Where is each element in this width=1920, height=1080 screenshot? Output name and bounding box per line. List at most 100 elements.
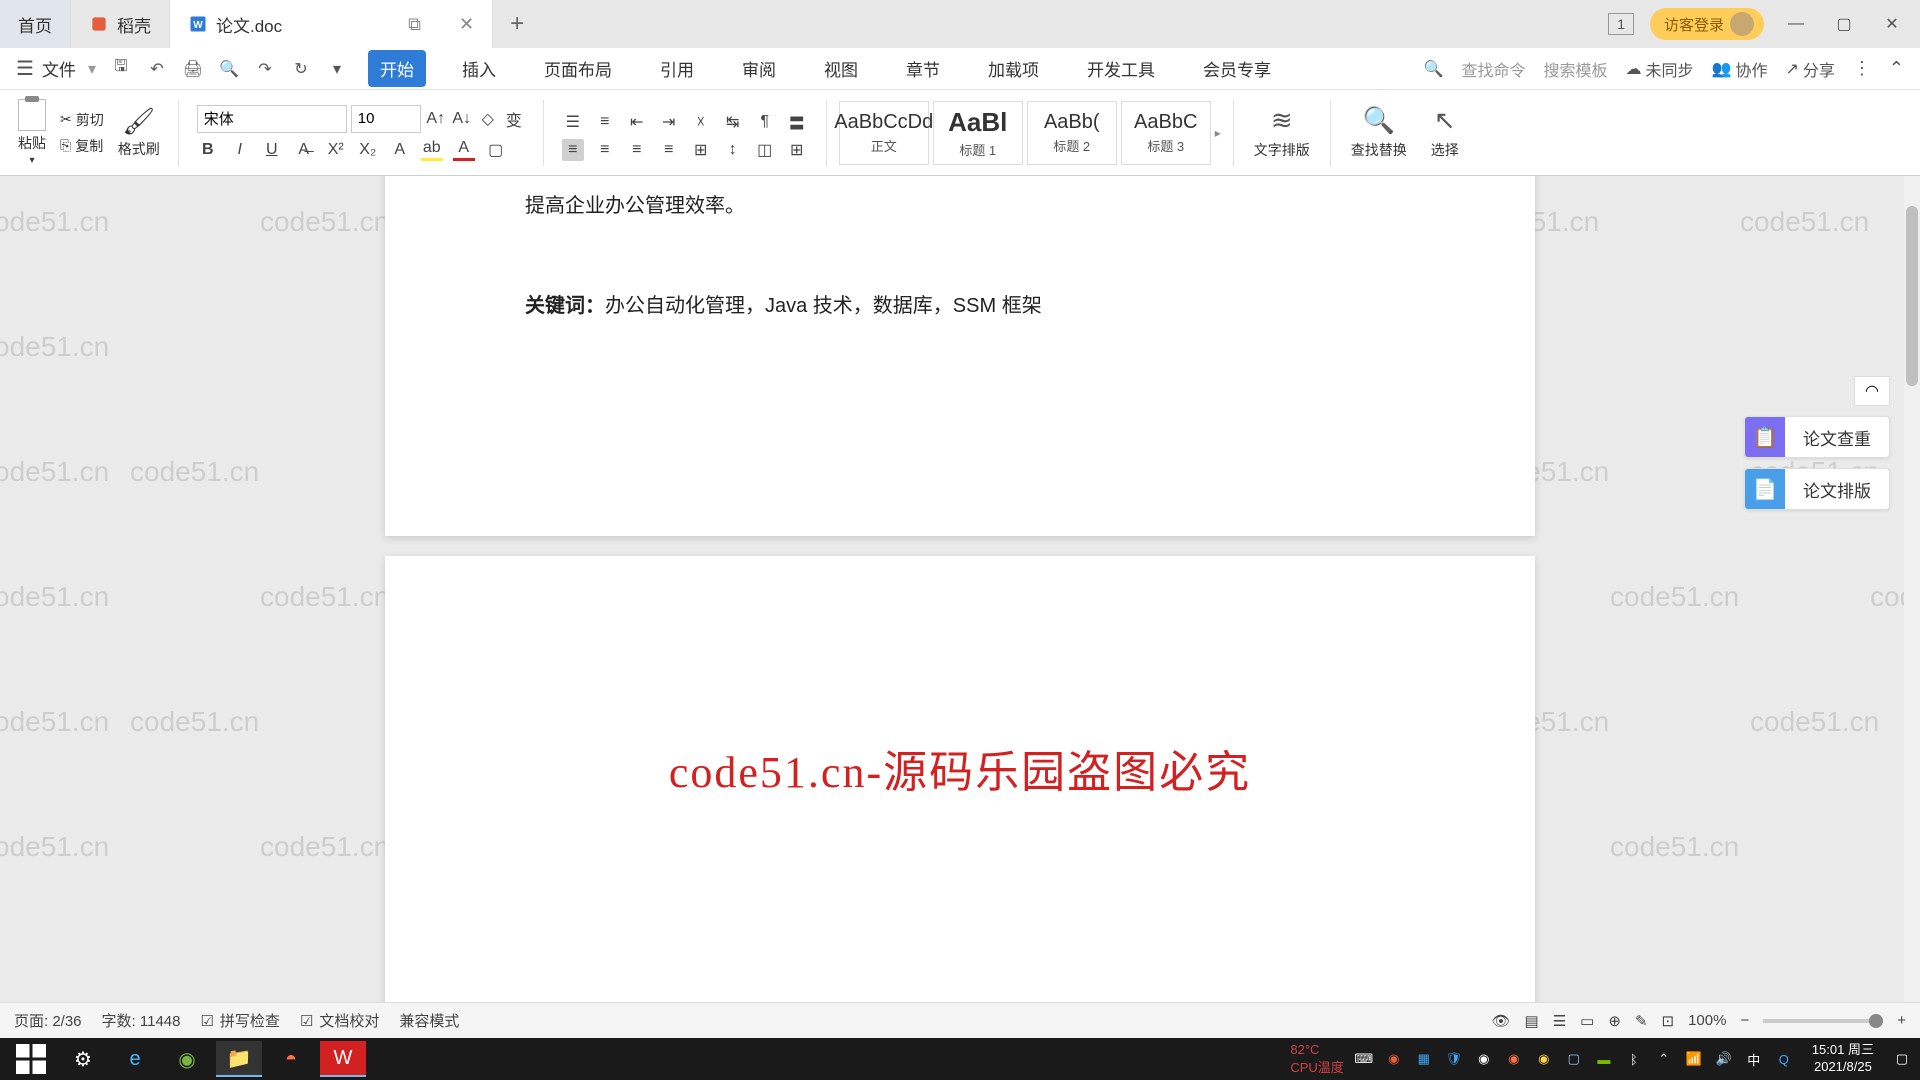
align-right-button[interactable]: ≡	[626, 139, 648, 161]
menu-tab-layout[interactable]: 页面布局	[532, 50, 624, 87]
borders-button[interactable]: ⊞	[786, 139, 808, 161]
zoom-out-button[interactable]: −	[1740, 1012, 1749, 1029]
cut-button[interactable]: ✂ 剪切	[60, 110, 104, 130]
search-command[interactable]: 查找命令	[1462, 57, 1526, 81]
tab-add-button[interactable]: +	[493, 0, 541, 48]
compat-mode[interactable]: 兼容模式	[399, 1010, 459, 1031]
sync-status[interactable]: ☁ 未同步	[1626, 57, 1694, 81]
zoom-thumb[interactable]	[1869, 1014, 1883, 1028]
tray-nvidia-icon[interactable]: ▬	[1594, 1049, 1614, 1069]
menu-tab-view[interactable]: 视图	[812, 50, 870, 87]
page-indicator[interactable]: 页面: 2/36	[14, 1010, 82, 1031]
zoom-level[interactable]: 100%	[1688, 1012, 1726, 1029]
scrollbar-thumb[interactable]	[1906, 206, 1918, 386]
find-replace-button[interactable]: 🔍 查找替换	[1343, 105, 1415, 160]
shading-button[interactable]: ◫	[754, 139, 776, 161]
redo-icon[interactable]: ↷	[254, 58, 276, 80]
tray-keyboard-icon[interactable]: ⌨	[1354, 1049, 1374, 1069]
collapse-ribbon-icon[interactable]: ⌃	[1889, 58, 1904, 79]
read-view-icon[interactable]: ▭	[1580, 1012, 1594, 1030]
bullets-button[interactable]: ☰	[562, 111, 584, 133]
tray-bluetooth-icon[interactable]: ᛒ	[1624, 1049, 1644, 1069]
tray-icon-6[interactable]: ▢	[1564, 1049, 1584, 1069]
tray-volume-icon[interactable]: 🔊	[1714, 1049, 1734, 1069]
heading-button[interactable]: 〓	[786, 111, 808, 133]
task-explorer-icon[interactable]: 📁	[216, 1041, 262, 1077]
spell-check[interactable]: ☑ 拼写检查	[200, 1010, 279, 1031]
menu-tab-dev[interactable]: 开发工具	[1075, 50, 1167, 87]
style-heading2[interactable]: AaBb( 标题 2	[1027, 101, 1117, 165]
task-wps-icon[interactable]: W	[320, 1041, 366, 1077]
tray-q-icon[interactable]: Q	[1774, 1049, 1794, 1069]
start-button[interactable]	[8, 1041, 54, 1077]
menu-tab-addon[interactable]: 加载项	[976, 50, 1051, 87]
collab-button[interactable]: 👥 协作	[1712, 57, 1768, 81]
tray-ime[interactable]: 中	[1744, 1049, 1764, 1069]
subscript-button[interactable]: X₂	[357, 139, 379, 161]
tab-button[interactable]: ↹	[722, 111, 744, 133]
print-icon[interactable]: 🖨	[182, 58, 204, 80]
paste-button[interactable]: 粘贴▾	[18, 99, 46, 166]
style-heading1[interactable]: AaBl 标题 1	[933, 101, 1023, 165]
zoom-slider[interactable]	[1763, 1019, 1883, 1023]
menu-file[interactable]: 文件	[42, 56, 76, 81]
font-name-select[interactable]	[197, 105, 347, 133]
tray-icon-5[interactable]: ◉	[1534, 1049, 1554, 1069]
menu-tab-review[interactable]: 审阅	[730, 50, 788, 87]
char-border-button[interactable]: ▢	[485, 139, 507, 161]
styles-more-button[interactable]: ▸	[1215, 126, 1221, 140]
tab-document[interactable]: W 论文.doc ⧉ ✕	[170, 0, 493, 48]
sort-button[interactable]: ☓	[690, 111, 712, 133]
tray-icon-2[interactable]: ▦	[1414, 1049, 1434, 1069]
outline-view-icon[interactable]: ☰	[1553, 1012, 1566, 1030]
paper-check-button[interactable]: 📋 论文查重	[1744, 416, 1890, 458]
decrease-font-icon[interactable]: A↓	[451, 108, 473, 130]
task-app-icon[interactable]: ◓	[268, 1041, 314, 1077]
redo2-icon[interactable]: ↻	[290, 58, 312, 80]
vertical-scrollbar[interactable]	[1904, 176, 1920, 1022]
bold-button[interactable]: B	[197, 139, 219, 161]
tab-popout-icon[interactable]: ⧉	[408, 14, 421, 35]
task-ie-icon[interactable]: e	[112, 1041, 158, 1077]
tray-icon-4[interactable]: ◉	[1504, 1049, 1524, 1069]
task-obs-icon[interactable]: ⚙	[60, 1041, 106, 1077]
pen-icon[interactable]: ✎	[1635, 1012, 1648, 1030]
login-button[interactable]: 访客登录	[1650, 8, 1764, 40]
clear-format-icon[interactable]: ◇	[477, 108, 499, 130]
menu-tab-start[interactable]: 开始	[368, 50, 426, 87]
preview-icon[interactable]: 🔍	[218, 58, 240, 80]
minimize-button[interactable]: —	[1780, 8, 1812, 40]
tab-daoke[interactable]: 稻壳	[71, 0, 170, 48]
tray-wifi-icon[interactable]: 📶	[1684, 1049, 1704, 1069]
notification-badge[interactable]: 1	[1608, 13, 1634, 35]
maximize-button[interactable]: ▢	[1828, 8, 1860, 40]
select-button[interactable]: ↖ 选择	[1423, 105, 1467, 160]
more-icon[interactable]: ▾	[326, 58, 348, 80]
align-left-button[interactable]: ≡	[562, 139, 584, 161]
distribute-button[interactable]: ⊞	[690, 139, 712, 161]
tray-icon-3[interactable]: ◉	[1474, 1049, 1494, 1069]
tray-notification-icon[interactable]: ▢	[1892, 1049, 1912, 1069]
close-button[interactable]: ✕	[1876, 8, 1908, 40]
web-view-icon[interactable]: ⊕	[1608, 1012, 1621, 1030]
italic-button[interactable]: I	[229, 139, 251, 161]
tab-close-icon[interactable]: ✕	[459, 14, 474, 35]
menu-tab-chapter[interactable]: 章节	[894, 50, 952, 87]
side-collapse-button[interactable]: ◠	[1854, 376, 1890, 406]
numbering-button[interactable]: ≡	[594, 111, 616, 133]
share-button[interactable]: ↗ 分享	[1785, 57, 1834, 81]
doc-proofing[interactable]: ☑ 文档校对	[300, 1010, 379, 1031]
search-template[interactable]: 搜索模板	[1544, 57, 1608, 81]
style-heading3[interactable]: AaBbC 标题 3	[1121, 101, 1211, 165]
menu-tab-reference[interactable]: 引用	[648, 50, 706, 87]
superscript-button[interactable]: X²	[325, 139, 347, 161]
font-color-button[interactable]: A	[453, 139, 475, 161]
text-effect-button[interactable]: A	[389, 139, 411, 161]
tray-chevron-icon[interactable]: ⌃	[1654, 1049, 1674, 1069]
align-center-button[interactable]: ≡	[594, 139, 616, 161]
tray-shield-icon[interactable]: 🛡	[1444, 1049, 1464, 1069]
copy-button[interactable]: ⎘ 复制	[60, 136, 104, 156]
format-painter-button[interactable]: 🖌 格式刷	[118, 106, 160, 159]
highlight-button[interactable]: ab	[421, 139, 443, 161]
tab-home[interactable]: 首页	[0, 0, 71, 48]
